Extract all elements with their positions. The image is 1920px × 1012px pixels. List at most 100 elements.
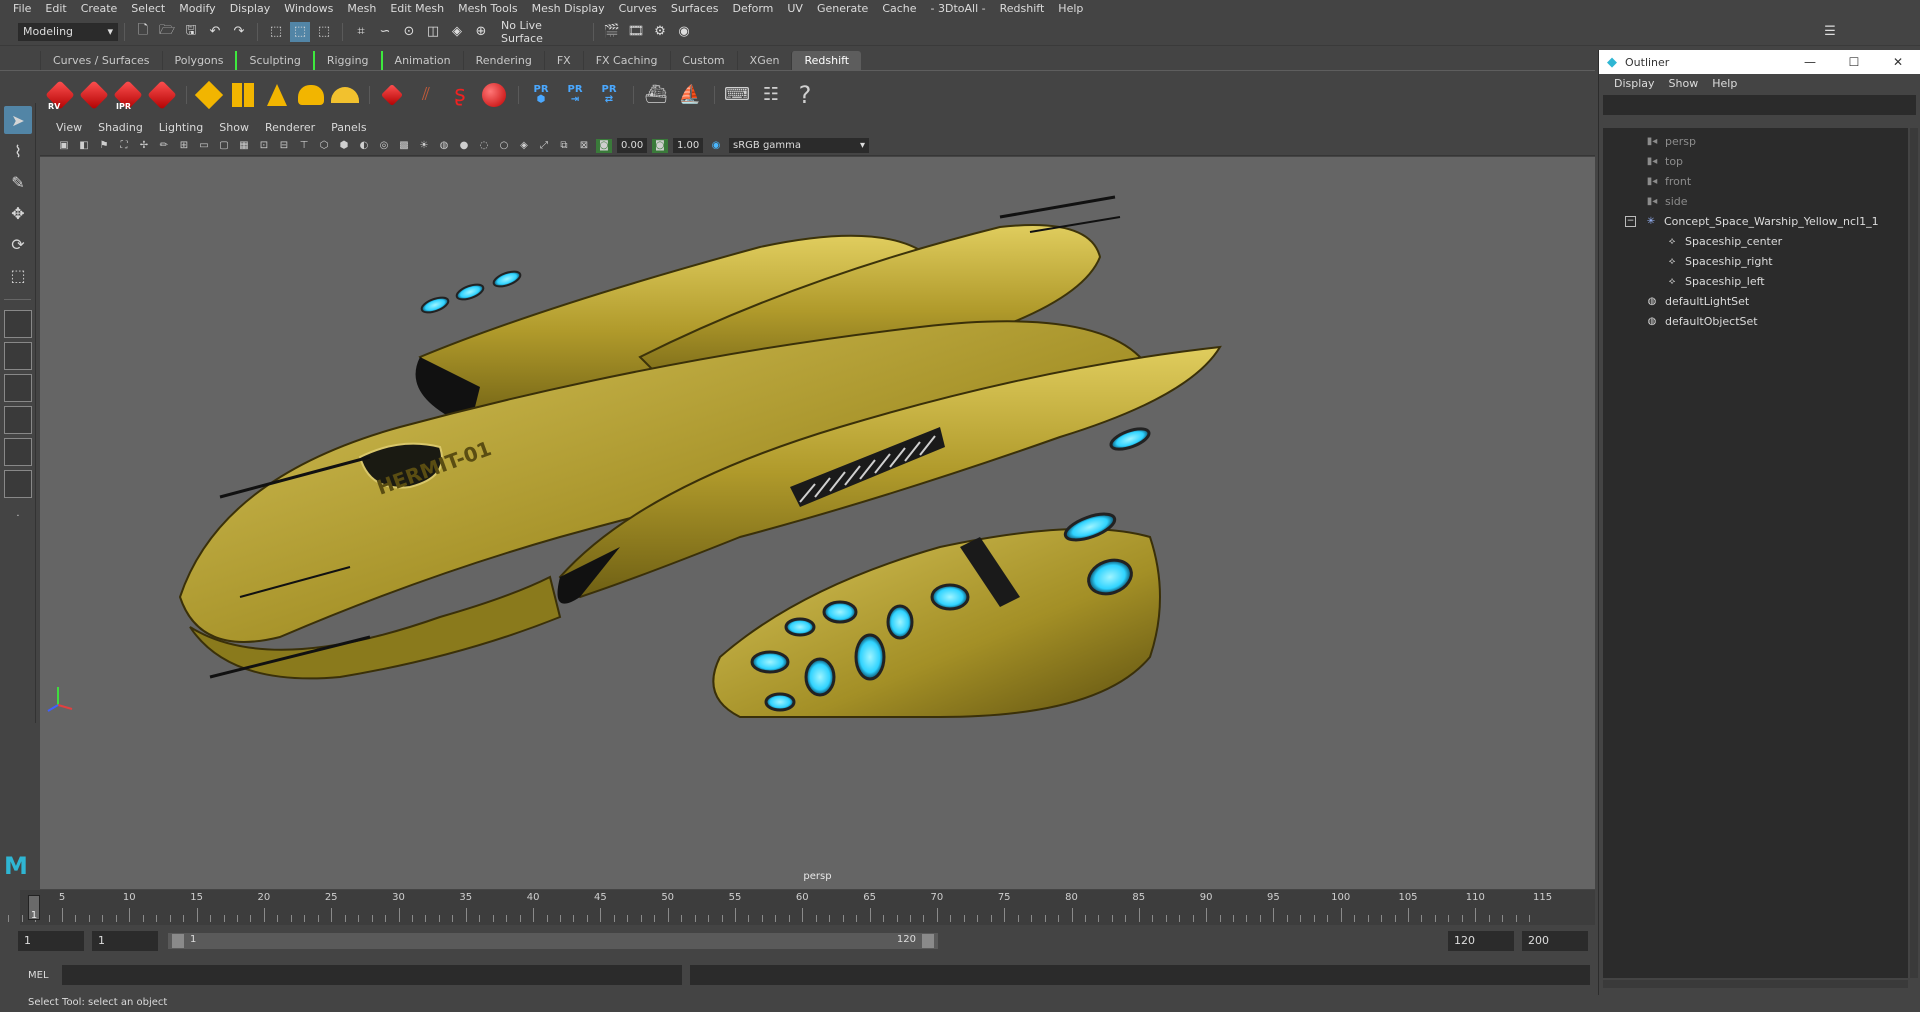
proxy-export-button[interactable]: PR ⬢ xyxy=(525,77,557,113)
textured-icon[interactable]: ◎ xyxy=(376,139,392,153)
tree-item-top[interactable]: ▮◂ top xyxy=(1645,152,1683,171)
menu-create[interactable]: Create xyxy=(74,0,125,17)
sun-sky-button[interactable] xyxy=(329,77,361,113)
range-slider[interactable]: 1 120 xyxy=(168,933,938,949)
tab-polygons[interactable]: Polygons xyxy=(161,51,236,70)
render-options-button[interactable] xyxy=(146,77,178,113)
volume-button[interactable] xyxy=(376,77,408,113)
collapse-icon[interactable]: − xyxy=(1625,216,1636,227)
tree-item-spaceship-center[interactable]: ⟡ Spaceship_center xyxy=(1665,232,1782,251)
undo-icon[interactable]: ↶ xyxy=(205,22,225,42)
camera-attributes-icon[interactable]: ◧ xyxy=(76,139,92,153)
snap-view-icon[interactable]: ◫ xyxy=(423,22,443,42)
exposure-icon[interactable]: ◙ xyxy=(596,138,612,153)
exposure-field[interactable]: 0.00 xyxy=(617,138,647,153)
select-hierarchy-icon[interactable]: ⬚ xyxy=(266,22,286,42)
ipr-button[interactable]: IPR xyxy=(112,77,144,113)
four-view-layout-icon[interactable] xyxy=(4,342,32,370)
persp-graph-layout-icon[interactable] xyxy=(4,406,32,434)
menu-edit-mesh[interactable]: Edit Mesh xyxy=(383,0,451,17)
range-start-handle[interactable] xyxy=(172,934,184,948)
perspective-viewport[interactable]: HERMIT-01 persp xyxy=(40,157,1595,889)
use-all-lights-icon[interactable]: ▩ xyxy=(396,139,412,153)
menu-cache[interactable]: Cache xyxy=(875,0,923,17)
ambient-occlusion-icon[interactable]: ◍ xyxy=(436,139,452,153)
playback-end-field[interactable]: 120 xyxy=(1448,931,1514,951)
animation-start-field[interactable]: 1 xyxy=(18,931,84,951)
render-settings-icon[interactable]: ⚙ xyxy=(650,22,670,42)
spaceship-model[interactable]: HERMIT-01 xyxy=(40,157,1595,889)
safe-title-icon[interactable]: ⊤ xyxy=(296,139,312,153)
snap-curve-icon[interactable]: ∽ xyxy=(375,22,395,42)
viewport-menu-show[interactable]: Show xyxy=(211,121,257,134)
curve-button[interactable]: ʂ xyxy=(444,77,476,113)
menu-surfaces[interactable]: Surfaces xyxy=(664,0,726,17)
tab-fx[interactable]: FX xyxy=(543,51,583,70)
maximize-icon[interactable]: ☐ xyxy=(1832,55,1876,69)
viewport-menu-view[interactable]: View xyxy=(48,121,90,134)
menu-deform[interactable]: Deform xyxy=(725,0,780,17)
area-light-button[interactable] xyxy=(193,77,225,113)
select-component-icon[interactable]: ⬚ xyxy=(314,22,334,42)
render-view-button[interactable]: RV xyxy=(44,77,76,113)
open-scene-icon[interactable]: 🗁 xyxy=(157,22,177,42)
menu-display[interactable]: Display xyxy=(223,0,278,17)
script-editor-button[interactable]: ⌨ xyxy=(721,77,753,113)
xray-joints-icon[interactable]: ⧉ xyxy=(556,139,572,153)
tree-item-persp[interactable]: ▮◂ persp xyxy=(1645,132,1696,151)
outliner-menu-show[interactable]: Show xyxy=(1662,77,1706,90)
ies-light-button[interactable] xyxy=(261,77,293,113)
snap-point-icon[interactable]: ⊙ xyxy=(399,22,419,42)
log-button[interactable]: ☷ xyxy=(755,77,787,113)
menu-edit[interactable]: Edit xyxy=(38,0,73,17)
wireframe-icon[interactable]: ⬡ xyxy=(316,139,332,153)
image-plane-icon[interactable]: ⛶ xyxy=(116,139,132,153)
time-slider[interactable]: 5 10 15 20 25 30 35 40 45 50 55 60 65 70 75 80 85 90 95 100… xyxy=(8,890,1595,925)
help-button[interactable]: ? xyxy=(789,77,821,113)
gate-mask-icon[interactable]: ▦ xyxy=(236,139,252,153)
menu-mesh-tools[interactable]: Mesh Tools xyxy=(451,0,525,17)
scale-tool-icon[interactable]: ⬚ xyxy=(4,261,32,289)
camera-env-button[interactable]: ⛵ xyxy=(674,77,706,113)
script-language-label[interactable]: MEL xyxy=(0,970,60,981)
tab-xgen[interactable]: XGen xyxy=(736,51,792,70)
snap-grid-icon[interactable]: ⌗ xyxy=(351,22,371,42)
viewport-menu-renderer[interactable]: Renderer xyxy=(257,121,323,134)
menu-help[interactable]: Help xyxy=(1051,0,1090,17)
resolution-gate-icon[interactable]: ▢ xyxy=(216,139,232,153)
tree-item-side[interactable]: ▮◂ side xyxy=(1645,192,1688,211)
outliner-menu-help[interactable]: Help xyxy=(1705,77,1744,90)
menu-3dtoall[interactable]: - 3DtoAll - xyxy=(924,0,993,17)
range-end-handle[interactable] xyxy=(922,934,934,948)
viewport-menu-lighting[interactable]: Lighting xyxy=(151,121,211,134)
rotate-tool-icon[interactable]: ⟳ xyxy=(4,230,32,258)
gamma-field[interactable]: 1.00 xyxy=(673,138,703,153)
film-gate-icon[interactable]: ▭ xyxy=(196,139,212,153)
tab-redshift[interactable]: Redshift xyxy=(791,51,862,70)
tab-animation[interactable]: Animation xyxy=(380,51,463,70)
menu-modify[interactable]: Modify xyxy=(172,0,222,17)
current-frame-marker[interactable]: 1 xyxy=(28,895,40,921)
select-object-icon[interactable]: ⬚ xyxy=(290,21,310,42)
paint-select-icon[interactable]: ✎ xyxy=(4,168,32,196)
proxy-import-button[interactable]: PR ⇥ xyxy=(559,77,591,113)
tab-sculpting[interactable]: Sculpting xyxy=(235,51,312,70)
redo-icon[interactable]: ↷ xyxy=(229,22,249,42)
side-by-side-layout-icon[interactable] xyxy=(4,374,32,402)
colorspace-dropdown[interactable]: sRGB gamma ▾ xyxy=(729,138,869,153)
safe-action-icon[interactable]: ⊟ xyxy=(276,139,292,153)
hypershade-icon[interactable]: ◉ xyxy=(674,22,694,42)
multisample-icon[interactable]: ◌ xyxy=(476,139,492,153)
dome-light-button[interactable] xyxy=(295,77,327,113)
shadows-icon[interactable]: ☀ xyxy=(416,139,432,153)
portal-light-button[interactable] xyxy=(227,77,259,113)
outliner-vertical-scrollbar[interactable] xyxy=(1910,128,1918,978)
outliner-search-input[interactable] xyxy=(1603,95,1916,115)
tree-item-spaceship-left[interactable]: ⟡ Spaceship_left xyxy=(1665,272,1765,291)
tab-fx-caching[interactable]: FX Caching xyxy=(582,51,670,70)
live-surface-field[interactable]: No Live Surface xyxy=(497,19,587,45)
tree-item-front[interactable]: ▮◂ front xyxy=(1645,172,1691,191)
grid-icon[interactable]: ⊞ xyxy=(176,139,192,153)
menu-redshift[interactable]: Redshift xyxy=(993,0,1052,17)
single-perspective-layout-icon[interactable] xyxy=(4,310,32,338)
